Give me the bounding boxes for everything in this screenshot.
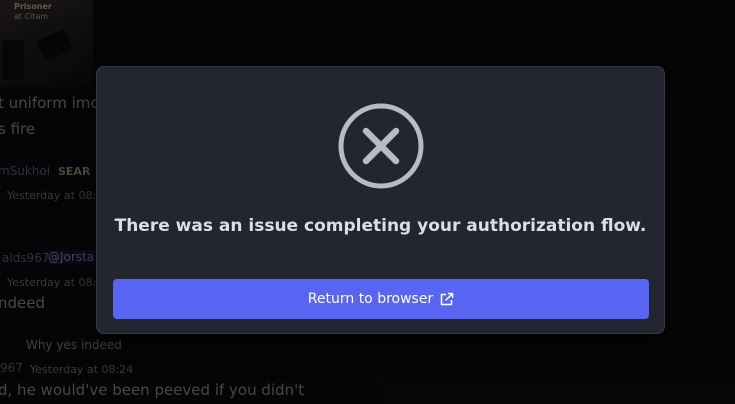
chat-message-text: ndeed — [0, 294, 46, 312]
image-shape — [36, 28, 74, 62]
external-link-icon — [439, 292, 454, 307]
app-window: Prisoner at Citam t uniform imo s fire m… — [0, 0, 735, 404]
chat-mention[interactable]: @Jorsta — [46, 250, 97, 264]
chat-timestamp: Yesterday at 08:0 — [7, 189, 104, 202]
return-to-browser-label: Return to browser — [307, 291, 434, 307]
image-shape — [2, 40, 24, 80]
chat-image-attachment[interactable]: Prisoner at Citam — [0, 0, 93, 87]
chat-message-text: s fire — [0, 120, 36, 138]
chat-timestamp: Yesterday at 08:24 — [30, 363, 134, 376]
chat-username[interactable]: alds967 — [2, 251, 49, 265]
error-message: There was an issue completing your autho… — [114, 216, 647, 236]
chat-user-badge: SEAR — [58, 165, 91, 178]
chat-reply-preview[interactable]: Why yes indeed — [26, 338, 122, 352]
image-caption-line: at Citam — [14, 12, 49, 21]
circle-x-icon — [338, 103, 424, 189]
chat-username[interactable]: mSukhoi — [0, 164, 50, 178]
chat-timestamp: Yesterday at 08:0 — [7, 276, 104, 289]
chat-message-text: t uniform imo — [0, 94, 100, 112]
chat-message-text: d, he would've been peeved if you didn't — [0, 381, 305, 399]
return-to-browser-button[interactable]: Return to browser — [113, 279, 649, 319]
chat-username[interactable]: 967 — [0, 361, 23, 375]
authorization-error-modal: There was an issue completing your autho… — [96, 66, 665, 334]
image-caption-line: Prisoner — [14, 2, 52, 11]
